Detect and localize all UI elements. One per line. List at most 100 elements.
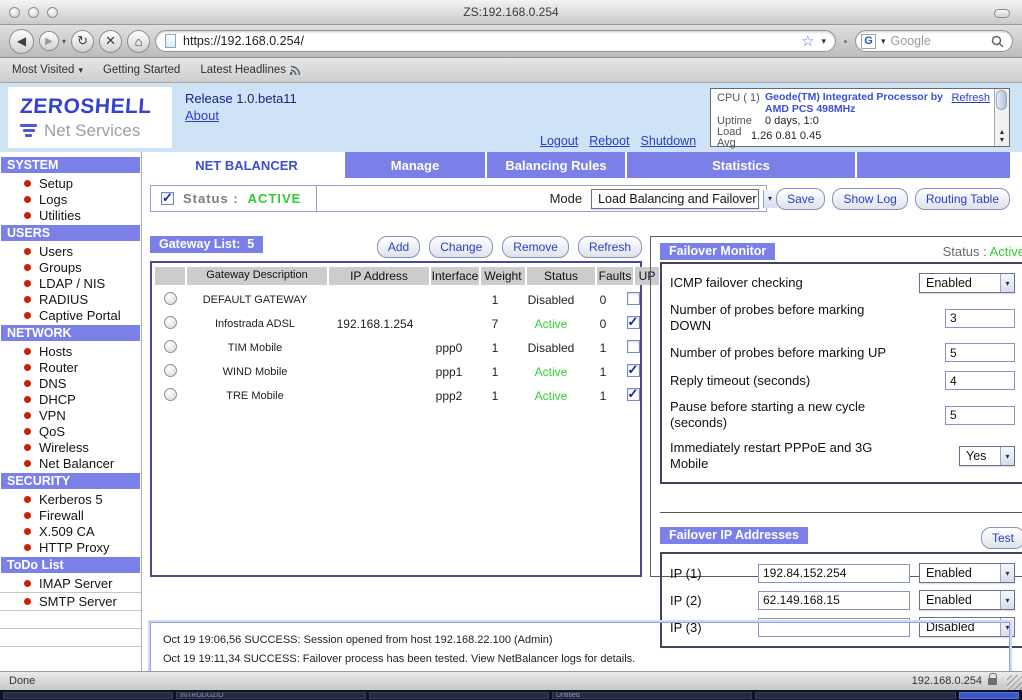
taskbar-segment[interactable] [3,692,173,699]
toolbar-toggle-icon[interactable] [994,9,1010,18]
stop-button[interactable]: ✕ [99,30,122,53]
scrollbar-arrows[interactable]: ▲▼ [995,129,1009,145]
bookmark-most-visited[interactable]: Most Visited▾ [12,64,83,76]
sidebar-item-net-balancer[interactable]: Net Balancer [0,455,141,471]
sidebar-item-logs[interactable]: Logs [0,191,141,207]
gateway-radio[interactable] [164,388,177,401]
sidebar-item-router[interactable]: Router [0,359,141,375]
sidebar-item-wireless[interactable]: Wireless [0,439,141,455]
sidebar-item-kerberos-5[interactable]: Kerberos 5 [0,491,141,507]
resize-grip[interactable] [1007,675,1022,690]
taskbar-tray[interactable] [959,692,1019,699]
gateway-radio[interactable] [164,364,177,377]
forward-button[interactable]: ▶ [39,31,59,51]
about-link[interactable]: About [185,108,219,123]
minimize-window-icon[interactable] [28,7,39,18]
sidebar-item-ldap-nis[interactable]: LDAP / NIS [0,275,141,291]
close-window-icon[interactable] [9,7,20,18]
taskbar-segment[interactable] [369,692,549,699]
zoom-window-icon[interactable] [47,7,58,18]
up-checkbox[interactable] [627,364,640,377]
save-button[interactable]: Save [776,188,825,210]
engine-dropdown-icon[interactable]: ▾ [881,36,886,47]
search-bar[interactable]: G ▾ Google [855,30,1013,52]
up-checkbox[interactable] [627,340,640,353]
sidebar-item-smtp-server[interactable]: SMTP Server [0,593,141,611]
bookmark-getting-started[interactable]: Getting Started [103,64,180,76]
failover-ip-title: Failover IP Addresses [660,527,808,544]
google-engine-icon[interactable]: G [861,34,876,49]
scrollbar-thumb[interactable] [996,90,1007,110]
history-dropdown-icon[interactable]: ▾ [62,37,66,46]
routing-table-button[interactable]: Routing Table [915,188,1010,210]
icmp-checking-select[interactable]: Enabled▾ [919,273,1015,293]
ip2-input[interactable] [758,591,910,610]
ip2-state-select[interactable]: Enabled▾ [919,590,1015,610]
probes-up-input[interactable] [945,343,1015,362]
sidebar-item-dns[interactable]: DNS [0,375,141,391]
sidebar-item-vpn[interactable]: VPN [0,407,141,423]
cpu-scrollbar[interactable]: ▲▼ [994,89,1009,146]
ssl-lock-icon[interactable] [988,678,997,685]
tab-manage[interactable]: Manage [345,152,485,178]
sidebar-item-utilities[interactable]: Utilities [0,207,141,223]
tab-statistics[interactable]: Statistics [627,152,855,178]
ip1-input[interactable] [758,564,910,583]
ip1-state-select[interactable]: Enabled▾ [919,563,1015,583]
refresh-button[interactable]: Refresh [578,236,642,258]
show-log-button[interactable]: Show Log [832,188,907,210]
status-enable-checkbox[interactable] [161,192,174,205]
sidebar-item-http-proxy[interactable]: HTTP Proxy [0,539,141,555]
taskbar-segment[interactable]: INTRODUZIO [176,692,366,699]
pause-cycle-input[interactable] [945,406,1015,425]
url-text[interactable]: https://192.168.0.254/ [183,34,794,48]
search-placeholder[interactable]: Google [891,34,986,48]
tab-net-balancer[interactable]: NET BALANCER [150,152,343,178]
up-checkbox[interactable] [627,292,640,305]
tab-filler [857,152,1010,178]
sidebar-item-firewall[interactable]: Firewall [0,507,141,523]
home-button[interactable]: ⌂ [127,30,150,53]
sidebar-item-users[interactable]: Users [0,243,141,259]
bookmark-latest-headlines[interactable]: Latest Headlines [200,64,301,76]
up-checkbox[interactable] [627,316,640,329]
bullet-icon [24,528,31,535]
tab-balancing-rules[interactable]: Balancing Rules [487,152,625,178]
reload-button[interactable]: ↻ [71,30,94,53]
sidebar-item-dhcp[interactable]: DHCP [0,391,141,407]
back-button[interactable]: ◀ [9,29,34,54]
reboot-link[interactable]: Reboot [589,134,629,148]
gateway-ip: 192.168.1.254 [325,317,425,331]
mode-select[interactable]: Load Balancing and Failover ▾ [591,189,759,209]
gateway-list-title: Gateway List: 5 [150,236,263,253]
restart-pppoe-select[interactable]: Yes▾ [959,446,1015,466]
sidebar-item-x509-ca[interactable]: X.509 CA [0,523,141,539]
taskbar-segment[interactable]: Untitled [552,692,752,699]
sidebar-item-radius[interactable]: RADIUS [0,291,141,307]
status-label: Status : [183,191,239,206]
sidebar-item-qos[interactable]: QoS [0,423,141,439]
url-dropdown-icon[interactable]: ▾ [821,36,826,47]
test-button[interactable]: Test [981,527,1022,549]
shutdown-link[interactable]: Shutdown [641,134,697,148]
gateway-radio[interactable] [164,340,177,353]
bookmark-star-icon[interactable]: ☆ [801,34,814,49]
remove-button[interactable]: Remove [502,236,569,258]
sidebar-item-groups[interactable]: Groups [0,259,141,275]
logout-link[interactable]: Logout [540,134,578,148]
sidebar-item-hosts[interactable]: Hosts [0,343,141,359]
cpu-refresh-link[interactable]: Refresh [951,92,990,115]
reply-timeout-input[interactable] [945,371,1015,390]
add-button[interactable]: Add [377,236,420,258]
column-interface: Interface [431,267,479,285]
url-bar[interactable]: https://192.168.0.254/ ☆ ▾ [155,30,836,52]
up-checkbox[interactable] [627,388,640,401]
probes-down-input[interactable] [945,309,1015,328]
gateway-radio[interactable] [164,316,177,329]
taskbar-segment[interactable] [755,692,956,699]
sidebar-item-imap-server[interactable]: IMAP Server [0,575,141,593]
gateway-radio[interactable] [164,292,177,305]
change-button[interactable]: Change [429,236,493,258]
sidebar-item-captive-portal[interactable]: Captive Portal [0,307,141,323]
sidebar-item-setup[interactable]: Setup [0,175,141,191]
